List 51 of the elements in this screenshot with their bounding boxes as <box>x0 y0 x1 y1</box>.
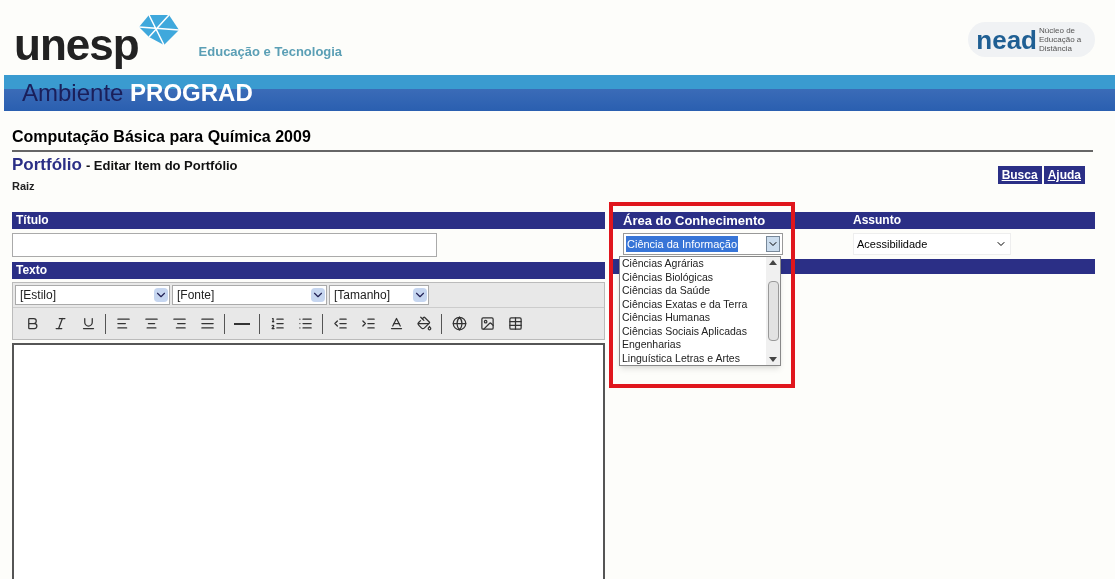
dropdown-option[interactable]: Ciências da Saúde <box>620 284 766 298</box>
italic-icon <box>52 316 68 331</box>
chevron-down-icon <box>311 288 325 302</box>
dropdown[interactable]: [Estilo] <box>15 285 170 305</box>
scrollbar[interactable] <box>766 257 780 365</box>
area-dropdown[interactable]: Ciência da Informação <box>623 233 783 255</box>
triangles-logo-icon <box>138 15 179 45</box>
field-label: Área do Conhecimento <box>622 212 767 229</box>
paint-bucket-icon <box>416 316 432 331</box>
horizontal-rule-icon <box>234 322 250 325</box>
align-left-icon <box>115 316 131 331</box>
align-center-icon <box>143 316 159 331</box>
nav-button[interactable]: Ajuda <box>1043 166 1085 184</box>
indent-icon <box>360 316 376 331</box>
dropdown-option[interactable]: Ciências Exatas e da Terra <box>620 297 766 311</box>
subject-dropdown[interactable]: Acessibilidade <box>853 233 1011 255</box>
scroll-up-icon[interactable] <box>769 259 777 265</box>
dropdown-option[interactable]: Ciências Sociais Aplicadas <box>620 324 766 338</box>
scroll-down-icon[interactable] <box>769 357 777 363</box>
dropdown-option[interactable]: Linguística Letras e Artes <box>620 351 766 365</box>
dropdown-option[interactable]: Ciências Biológicas <box>620 270 766 284</box>
outdent-icon <box>332 316 348 331</box>
title-field[interactable] <box>12 233 437 257</box>
align-justify-icon <box>199 316 215 331</box>
underline-icon <box>80 316 96 331</box>
dropdown-option[interactable]: Engenharias <box>620 338 766 352</box>
field-label: Assunto <box>853 212 901 229</box>
dropdown[interactable]: [Fonte] <box>172 285 327 305</box>
tagline: Educação e Tecnologia <box>198 42 343 61</box>
breadcrumb: Raiz <box>12 178 36 194</box>
align-right-icon <box>171 316 187 331</box>
course-title: Computação Básica para Química 2009 <box>12 125 1093 152</box>
field-label: Texto <box>12 262 605 279</box>
field-label: Título <box>12 212 605 229</box>
selected-value: Ciência da Informação <box>626 235 739 253</box>
page-subtitle: - Editar Item do Portfólio <box>85 157 238 175</box>
bullet-list-icon <box>297 316 313 331</box>
chevron-down-icon <box>413 288 427 302</box>
section-title: Portfólio <box>12 154 82 176</box>
dropdown[interactable]: [Tamanho] <box>329 285 429 305</box>
banner-title: Ambiente PROGRAD <box>22 78 253 108</box>
numbered-list-icon <box>269 316 285 331</box>
image-icon <box>479 316 495 331</box>
nav-button[interactable]: Busca <box>997 166 1042 184</box>
dropdown-option[interactable]: Ciências Humanas <box>620 311 766 325</box>
chevron-down-icon <box>154 288 168 302</box>
text-color-icon <box>388 316 404 331</box>
globe-icon <box>451 316 467 331</box>
table-icon <box>507 316 523 331</box>
unesp-logo: unesp <box>14 23 139 67</box>
chevron-down-icon <box>766 236 780 252</box>
